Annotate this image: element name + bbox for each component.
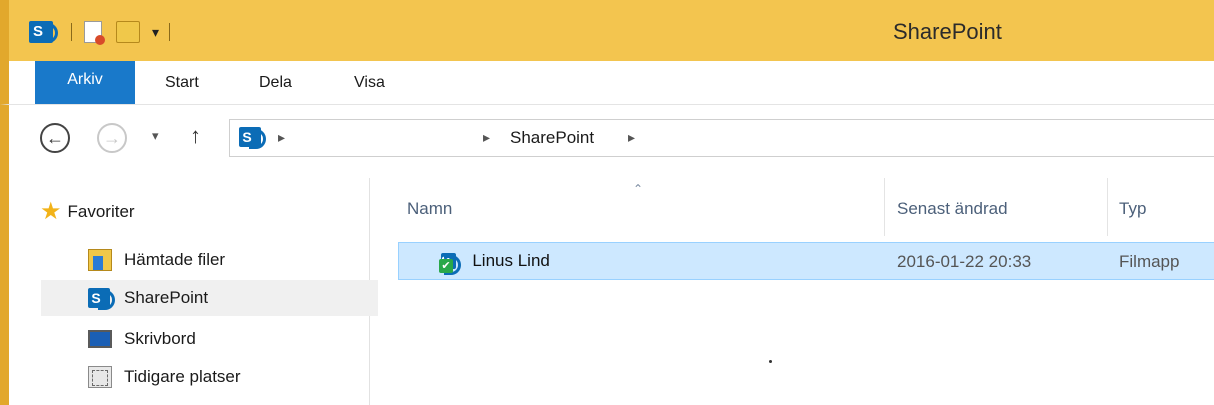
back-button[interactable]: ←	[40, 123, 70, 153]
column-divider[interactable]	[1107, 178, 1108, 236]
nav-item-desktop[interactable]: Skrivbord	[88, 321, 382, 357]
cursor-dot	[769, 360, 772, 363]
table-row[interactable]: S ✔ Linus Lind 2016-01-22 20:33 Filmapp	[398, 242, 1214, 280]
up-button[interactable]: ↑	[190, 123, 201, 149]
recent-places-icon	[88, 366, 112, 388]
nav-item-label: Favoriter	[67, 202, 135, 221]
file-modified: 2016-01-22 20:33	[897, 252, 1032, 271]
column-divider[interactable]	[884, 178, 885, 236]
ribbon-tabs: Arkiv Start Dela Visa	[0, 61, 1214, 104]
nav-item-sharepoint[interactable]: S SharePoint	[41, 280, 378, 316]
window-title: SharePoint	[893, 19, 1002, 44]
breadcrumb-separator-icon[interactable]: ▸	[278, 129, 285, 146]
toolbar-separator	[169, 23, 171, 41]
tab-dela[interactable]: Dela	[259, 61, 292, 104]
sharepoint-icon: S	[239, 127, 266, 149]
breadcrumb-separator-icon[interactable]: ▸	[628, 129, 635, 146]
downloads-folder-icon	[88, 249, 112, 271]
column-header-type[interactable]: Typ	[1119, 178, 1146, 236]
navigation-pane: ★ Favoriter Hämtade filer S SharePoint S…	[18, 178, 378, 405]
nav-item-label: Hämtade filer	[124, 250, 226, 269]
nav-item-label: SharePoint	[124, 288, 209, 307]
nav-item-downloads[interactable]: Hämtade filer	[88, 242, 382, 278]
sort-ascending-icon: ⌃	[633, 182, 644, 196]
properties-icon[interactable]	[84, 21, 105, 45]
customize-toolbar-dropdown[interactable]: ▾	[152, 24, 159, 41]
sharepoint-icon: S	[88, 288, 115, 310]
title-bar: S ▾ SharePoint	[0, 0, 1214, 61]
sharepoint-app-icon[interactable]: S	[29, 21, 58, 43]
toolbar-separator	[71, 23, 72, 41]
synced-check-icon: ✔	[439, 259, 453, 273]
nav-item-recent-places[interactable]: Tidigare platser	[88, 359, 382, 395]
file-type: Filmapp	[1119, 252, 1180, 271]
content-area: ★ Favoriter Hämtade filer S SharePoint S…	[0, 178, 1214, 405]
desktop-icon	[88, 330, 112, 348]
navigation-bar: ← → ▾ ↑ S ▸ ▸ SharePoint ▸	[0, 104, 1214, 178]
address-bar[interactable]: S ▸ ▸ SharePoint ▸	[229, 119, 1214, 157]
tab-visa[interactable]: Visa	[354, 61, 385, 104]
star-icon: ★	[40, 198, 62, 225]
breadcrumb-sharepoint[interactable]: SharePoint	[510, 128, 594, 148]
nav-item-favorites[interactable]: ★ Favoriter	[40, 200, 135, 224]
nav-item-label: Tidigare platser	[124, 367, 241, 386]
file-name-cell: S ✔ Linus Lind	[439, 251, 550, 273]
file-list: ⌃ Namn Senast ändrad Typ S ✔ Linus Lind …	[371, 178, 1214, 405]
column-header-name[interactable]: Namn	[407, 178, 452, 236]
forward-button[interactable]: →	[97, 123, 127, 153]
new-folder-icon[interactable]	[116, 21, 140, 43]
nav-item-label: Skrivbord	[124, 329, 196, 348]
quick-access-toolbar: S ▾	[29, 18, 171, 46]
column-header-modified[interactable]: Senast ändrad	[897, 178, 1008, 236]
sharepoint-sync-folder-icon: S ✔	[439, 251, 457, 273]
breadcrumb-separator-icon[interactable]: ▸	[483, 129, 490, 146]
tab-start[interactable]: Start	[165, 61, 199, 104]
tab-arkiv[interactable]: Arkiv	[35, 61, 135, 104]
recent-locations-dropdown[interactable]: ▾	[152, 128, 159, 144]
file-name: Linus Lind	[472, 251, 550, 270]
